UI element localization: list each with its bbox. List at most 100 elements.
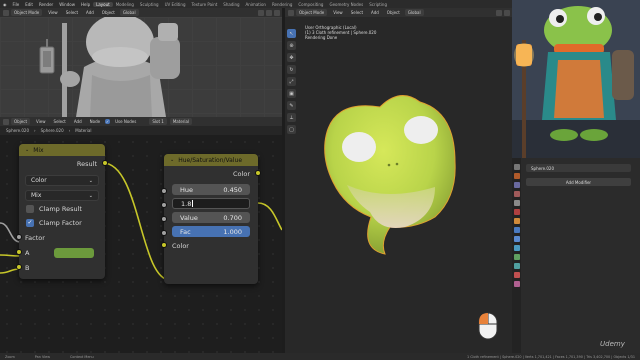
object-menu[interactable]: Object bbox=[99, 9, 118, 16]
mouse-icon bbox=[478, 312, 498, 340]
data-type-dropdown[interactable]: Color ⌄ bbox=[25, 175, 99, 186]
slot-dropdown[interactable]: Slot 1 bbox=[149, 118, 167, 125]
tool-tab-icon[interactable] bbox=[513, 164, 520, 170]
mode-dropdown[interactable]: Object Mode bbox=[11, 9, 43, 16]
collapse-chevron-icon[interactable]: ⌄ bbox=[25, 147, 29, 153]
data-tab-icon[interactable] bbox=[513, 263, 520, 269]
b-label: B bbox=[25, 263, 30, 272]
value-input-socket[interactable] bbox=[161, 216, 167, 222]
clamp-factor-checkbox[interactable]: ✓ bbox=[26, 218, 34, 227]
blend-mode-dropdown[interactable]: Mix ⌄ bbox=[25, 190, 99, 201]
select-menu[interactable]: Select bbox=[348, 9, 366, 16]
render-tab-icon[interactable] bbox=[513, 173, 520, 179]
view-menu[interactable]: View bbox=[45, 9, 61, 16]
output-tab-icon[interactable] bbox=[513, 182, 520, 188]
breadcrumb-item[interactable]: Sphere.020 bbox=[6, 128, 29, 133]
tab-sculpting[interactable]: Sculpting bbox=[137, 2, 162, 7]
modifier-tab-icon[interactable] bbox=[513, 227, 520, 233]
clamp-result-row: Clamp Result bbox=[19, 201, 105, 216]
tab-layout[interactable]: Layout bbox=[93, 1, 113, 7]
color-input-socket[interactable] bbox=[161, 242, 167, 248]
overlay-icon[interactable] bbox=[258, 9, 264, 16]
object-name-field[interactable]: Sphere.020 bbox=[526, 164, 631, 172]
mix-node-header[interactable]: ⌄ Mix bbox=[19, 144, 105, 156]
breadcrumb-item[interactable]: Sphere.020 bbox=[41, 128, 64, 133]
node-view-menu[interactable]: View bbox=[33, 118, 49, 125]
main-3d-viewport[interactable]: ↖ ⊕ ✥ ↻ ⤢ ▣ ✎ ⟂ ▢ User Orthographic (Loc… bbox=[285, 17, 512, 353]
hsv-node-title: Hue/Saturation/Value bbox=[178, 156, 243, 164]
hue-input-socket[interactable] bbox=[161, 188, 167, 194]
shader-type-dropdown[interactable]: Object bbox=[11, 118, 31, 125]
material-tab-icon[interactable] bbox=[513, 272, 520, 278]
node-editor-canvas[interactable]: ⌄ Mix Result Color ⌄ Mix ⌄ Clamp Result ✓ … bbox=[0, 135, 282, 353]
tab-compositing[interactable]: Compositing bbox=[295, 2, 326, 7]
node-select-menu[interactable]: Select bbox=[51, 118, 69, 125]
editor-type-icon[interactable] bbox=[288, 9, 294, 16]
world-tab-icon[interactable] bbox=[513, 209, 520, 215]
breadcrumb-item[interactable]: Material bbox=[75, 128, 91, 133]
fac-field[interactable]: Fac 1.000 bbox=[172, 226, 250, 237]
menu-edit[interactable]: Edit bbox=[22, 2, 36, 7]
tab-modeling[interactable]: Modeling bbox=[113, 2, 137, 7]
mode-dropdown[interactable]: Object Mode bbox=[296, 9, 328, 16]
hue-field[interactable]: Hue 0.450 bbox=[172, 184, 250, 195]
clamp-result-checkbox[interactable] bbox=[26, 204, 34, 213]
fac-input-socket[interactable] bbox=[161, 230, 167, 236]
object-menu[interactable]: Object bbox=[384, 9, 403, 16]
render-icon[interactable] bbox=[274, 9, 280, 16]
node-editor-header: Object View Select Add Node ✓ Use Nodes … bbox=[0, 117, 282, 126]
use-nodes-checkbox[interactable]: ✓ bbox=[105, 119, 111, 124]
particles-tab-icon[interactable] bbox=[513, 236, 520, 242]
value-field[interactable]: Value 0.700 bbox=[172, 212, 250, 223]
hue-saturation-value-node[interactable]: ⌄ Hue/Saturation/Value Color Hue 0.450 1… bbox=[161, 154, 261, 284]
editor-type-icon[interactable] bbox=[3, 118, 9, 125]
view-layer-tab-icon[interactable] bbox=[513, 191, 520, 197]
editor-type-icon[interactable] bbox=[3, 9, 9, 16]
tab-geometry-nodes[interactable]: Geometry Nodes bbox=[326, 2, 366, 7]
menu-help[interactable]: Help bbox=[78, 2, 93, 7]
b-input-socket[interactable] bbox=[16, 264, 22, 270]
node-menu[interactable]: Node bbox=[87, 118, 103, 125]
constraints-tab-icon[interactable] bbox=[513, 254, 520, 260]
orientation-dropdown[interactable]: Global bbox=[404, 9, 424, 16]
physics-tab-icon[interactable] bbox=[513, 245, 520, 251]
a-color-swatch[interactable] bbox=[54, 247, 95, 258]
collapse-chevron-icon[interactable]: ⌄ bbox=[170, 157, 174, 163]
saturation-input-socket[interactable] bbox=[161, 202, 167, 208]
left-3d-viewport[interactable] bbox=[0, 17, 282, 117]
hsv-node-header[interactable]: ⌄ Hue/Saturation/Value bbox=[164, 154, 258, 166]
tab-animation[interactable]: Animation bbox=[243, 2, 269, 7]
shading-icon[interactable] bbox=[266, 9, 272, 16]
result-output-socket[interactable] bbox=[102, 160, 108, 166]
scene-tab-icon[interactable] bbox=[513, 200, 520, 206]
blender-logo-icon[interactable]: ◉ bbox=[0, 2, 10, 7]
select-menu[interactable]: Select bbox=[63, 9, 81, 16]
add-menu[interactable]: Add bbox=[83, 9, 97, 16]
object-tab-icon[interactable] bbox=[513, 218, 520, 224]
view-menu[interactable]: View bbox=[330, 9, 346, 16]
orientation-dropdown[interactable]: Global bbox=[119, 9, 139, 16]
tab-uv-editing[interactable]: UV Editing bbox=[162, 2, 189, 7]
overlay-icon[interactable] bbox=[496, 9, 502, 16]
add-menu[interactable]: Add bbox=[368, 9, 382, 16]
node-add-menu[interactable]: Add bbox=[71, 118, 85, 125]
saturation-edit-field[interactable]: 1.8 bbox=[172, 198, 250, 209]
sculpt-preview-image bbox=[39, 17, 180, 117]
menu-render[interactable]: Render bbox=[36, 2, 56, 7]
menu-window[interactable]: Window bbox=[56, 2, 78, 7]
shading-icon[interactable] bbox=[504, 9, 510, 16]
hsv-output-label: Color bbox=[233, 169, 250, 178]
mix-node[interactable]: ⌄ Mix Result Color ⌄ Mix ⌄ Clamp Result ✓ … bbox=[16, 144, 108, 279]
add-modifier-button[interactable]: Add Modifier bbox=[526, 178, 631, 186]
menu-file[interactable]: File bbox=[10, 2, 23, 7]
material-dropdown[interactable]: Material bbox=[169, 118, 193, 125]
tab-rendering[interactable]: Rendering bbox=[269, 2, 295, 7]
texture-tab-icon[interactable] bbox=[513, 281, 520, 287]
tab-texture-paint[interactable]: Texture Paint bbox=[188, 2, 220, 7]
tab-scripting[interactable]: Scripting bbox=[366, 2, 390, 7]
scene-statistics: 1 Cloth refinement | Sphere.020 | Verts … bbox=[466, 354, 635, 359]
tab-shading[interactable]: Shading bbox=[220, 2, 242, 7]
factor-input-socket[interactable] bbox=[16, 234, 22, 240]
a-input-socket[interactable] bbox=[16, 249, 22, 255]
color-output-socket[interactable] bbox=[255, 170, 261, 176]
